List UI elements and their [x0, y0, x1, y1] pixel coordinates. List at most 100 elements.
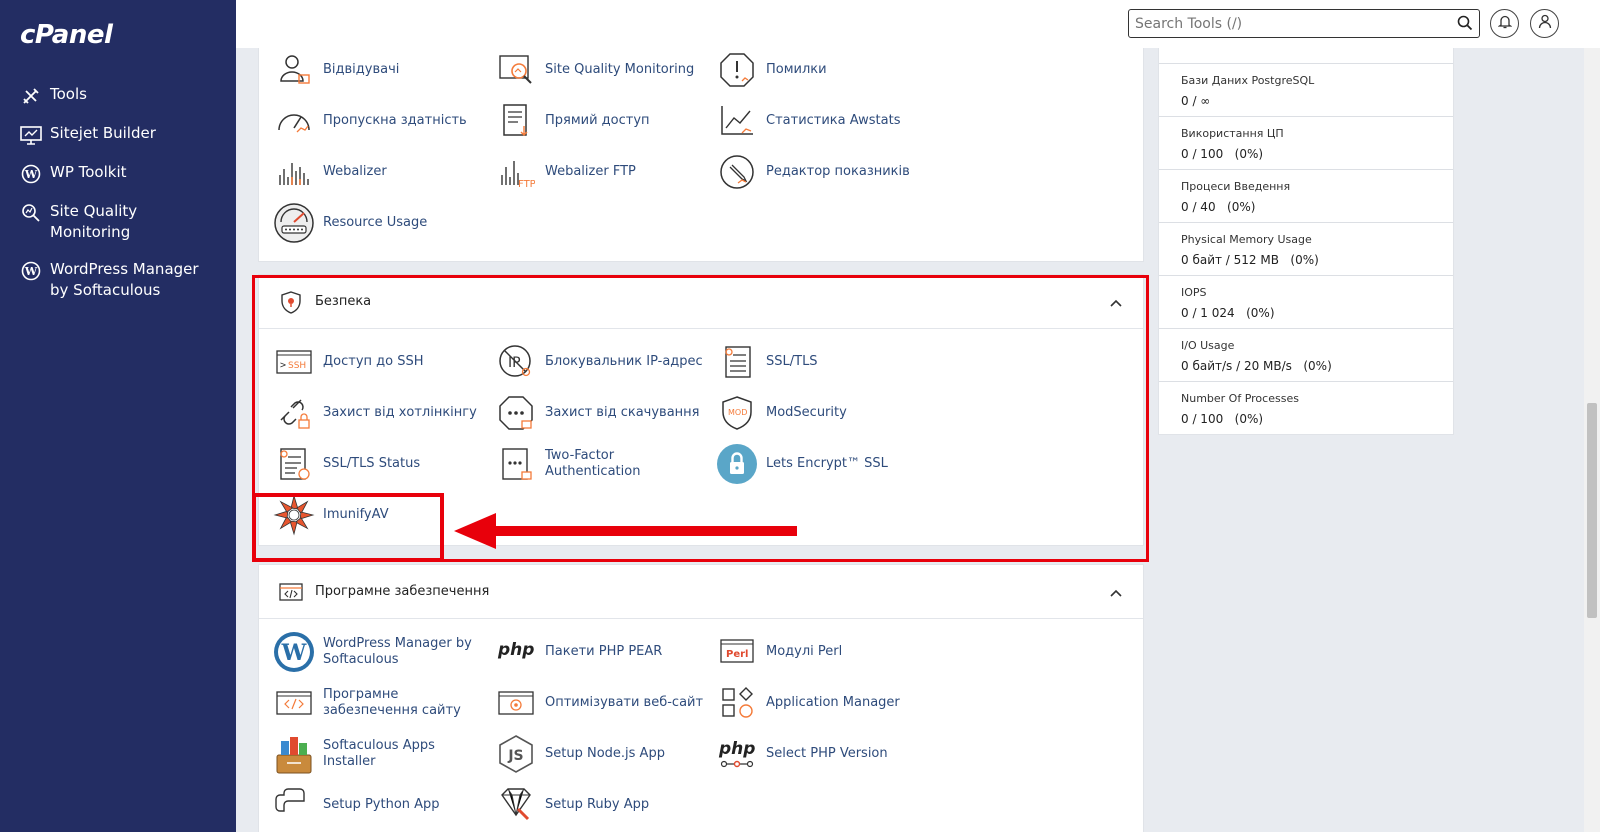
stat-value: 0 байт / 512 MB (0%)	[1181, 253, 1319, 267]
security-panel-header[interactable]: Безпека	[259, 275, 1143, 329]
nodejs-icon: JS	[495, 733, 537, 775]
tool-raw-access[interactable]: Прямий доступ	[495, 100, 707, 142]
chevron-up-icon[interactable]	[1109, 293, 1123, 312]
tool-label: Пакети PHP PEAR	[545, 644, 663, 659]
tool-nodejs-app[interactable]: JS Setup Node.js App	[495, 733, 707, 775]
sidebar-item-site-quality[interactable]: Site Quality Monitoring	[0, 197, 236, 247]
lets-encrypt-icon	[716, 443, 758, 485]
wordpress-icon: W	[273, 631, 315, 673]
tool-python-app[interactable]: Setup Python App	[273, 784, 485, 826]
optimize-icon	[495, 682, 537, 724]
modsecurity-icon: MOD	[716, 392, 758, 434]
stat-name: Використання ЦП	[1181, 127, 1284, 140]
sidebar-item-wordpress-manager[interactable]: W WordPress Manager by Softaculous	[0, 255, 236, 305]
svg-text:>: >	[280, 360, 286, 371]
tool-label: ModSecurity	[766, 405, 847, 420]
svg-text:IP: IP	[508, 355, 521, 371]
sidebar-item-label: Site Quality Monitoring	[50, 202, 138, 241]
tool-ssh-access[interactable]: > SSH Доступ до SSH	[273, 341, 485, 383]
wordpress-icon: W	[20, 260, 42, 282]
tool-perl-modules[interactable]: Perl Модулі Perl	[716, 631, 928, 673]
tool-two-factor[interactable]: Two-Factor Authentication	[495, 443, 707, 485]
tool-label: Прямий доступ	[545, 113, 650, 128]
php-icon: php	[495, 631, 537, 673]
python-icon	[273, 784, 315, 826]
cpanel-logo[interactable]: cPanel	[20, 20, 113, 50]
tool-softaculous[interactable]: Softaculous Apps Installer	[273, 733, 485, 775]
annotation-arrow	[454, 513, 797, 549]
tool-site-quality-monitoring[interactable]: Site Quality Monitoring	[495, 49, 707, 91]
software-panel-header[interactable]: Програмне забезпечення	[259, 565, 1143, 619]
svg-text:W: W	[24, 168, 38, 181]
panel-title: Безпека	[315, 294, 372, 309]
stat-iops: IOPS 0 / 1 024 (0%)	[1159, 275, 1453, 328]
tool-label: Webalizer	[323, 164, 387, 179]
tool-label: Resource Usage	[323, 215, 428, 230]
stat-value: 0 / 1 024 (0%)	[1181, 306, 1275, 320]
stat-number-of-processes: Number Of Processes 0 / 100 (0%)	[1159, 381, 1453, 434]
tool-site-software[interactable]: Програмне забезпечення сайту	[273, 682, 485, 724]
bandwidth-icon	[273, 100, 315, 142]
search-input[interactable]	[1129, 15, 1439, 32]
tool-php-pear[interactable]: php Пакети PHP PEAR	[495, 631, 707, 673]
sidebar-item-wp-toolkit[interactable]: W WP Toolkit	[0, 158, 236, 189]
metrics-editor-icon	[716, 151, 758, 193]
stats-panel: Бази Даних PostgreSQL 0 / ∞ Використання…	[1158, 48, 1454, 435]
svg-text:MOD: MOD	[728, 408, 747, 417]
tool-label: Site Quality Monitoring	[545, 62, 695, 77]
panel-title: Програмне забезпечення	[315, 584, 490, 599]
softaculous-icon	[273, 733, 315, 775]
tool-errors[interactable]: Помилки	[716, 49, 928, 91]
tool-hotlink-protection[interactable]: Захист від хотлінкінгу	[273, 392, 485, 434]
tool-bandwidth[interactable]: Пропускна здатність	[273, 100, 485, 142]
tools-icon	[20, 85, 42, 107]
scrollbar-thumb[interactable]	[1587, 403, 1597, 618]
tool-label: Оптимізувати веб-сайт	[545, 695, 704, 710]
user-menu-button[interactable]	[1530, 9, 1559, 38]
sidebar-item-label: WordPress Manager by Softaculous	[50, 260, 199, 299]
sidebar-item-sitejet[interactable]: Sitejet Builder	[0, 119, 236, 150]
tool-label: Модулі Perl	[766, 644, 843, 659]
tool-webalizer-ftp[interactable]: FTP Webalizer FTP	[495, 151, 707, 193]
tool-leech-protection[interactable]: Захист від скачування	[495, 392, 707, 434]
tool-label: Lets Encrypt™ SSL	[766, 456, 888, 471]
tool-select-php-version[interactable]: php Select PHP Version	[716, 733, 928, 775]
tool-application-manager[interactable]: Application Manager	[716, 682, 928, 724]
wordpress-icon: W	[20, 163, 42, 185]
errors-icon	[716, 49, 758, 91]
search-icon[interactable]	[1457, 15, 1473, 35]
svg-text:php: php	[497, 640, 534, 660]
tool-optimize-website[interactable]: Оптимізувати веб-сайт	[495, 682, 707, 724]
chevron-up-icon[interactable]	[1109, 583, 1123, 602]
awstats-icon	[716, 100, 758, 142]
tool-ruby-app[interactable]: Setup Ruby App	[495, 784, 707, 826]
stat-value: 0 байт/s / 20 MB/s (0%)	[1181, 359, 1332, 373]
tool-label: Setup Ruby App	[545, 797, 650, 812]
tool-metrics-editor[interactable]: Редактор показників	[716, 151, 928, 193]
stat-value: 0 / 100 (0%)	[1181, 412, 1264, 426]
stat-name: Бази Даних PostgreSQL	[1181, 74, 1315, 87]
tool-label: Програмне забезпечення сайту	[323, 687, 461, 718]
app-manager-icon	[716, 682, 758, 724]
notifications-button[interactable]	[1490, 9, 1519, 38]
php-version-icon: php	[716, 733, 758, 775]
tool-resource-usage[interactable]: Resource Usage	[273, 202, 485, 244]
magnifier-chart-icon	[20, 202, 42, 224]
tool-ssl-tls-status[interactable]: SSL/TLS Status	[273, 443, 485, 485]
tool-label: Редактор показників	[766, 164, 910, 179]
tool-modsecurity[interactable]: MOD ModSecurity	[716, 392, 928, 434]
tool-awstats[interactable]: Статистика Awstats	[716, 100, 928, 142]
page-scrollbar[interactable]	[1584, 48, 1600, 832]
sidebar-item-label: WP Toolkit	[50, 163, 127, 181]
tool-webalizer[interactable]: Webalizer	[273, 151, 485, 193]
search-box[interactable]	[1128, 9, 1480, 38]
tool-visitors[interactable]: Відвідувачі	[273, 49, 485, 91]
sidebar-item-tools[interactable]: Tools	[0, 80, 236, 111]
tool-wordpress-manager[interactable]: W WordPress Manager by Softaculous	[273, 631, 485, 673]
code-window-icon	[279, 580, 303, 604]
tool-label: WordPress Manager by Softaculous	[323, 636, 472, 667]
tool-ip-blocker[interactable]: IP Блокувальник IP-адрес	[495, 341, 707, 383]
tool-lets-encrypt[interactable]: Lets Encrypt™ SSL	[716, 443, 928, 485]
tool-ssl-tls[interactable]: SSL/TLS	[716, 341, 928, 383]
user-icon	[1538, 14, 1552, 33]
